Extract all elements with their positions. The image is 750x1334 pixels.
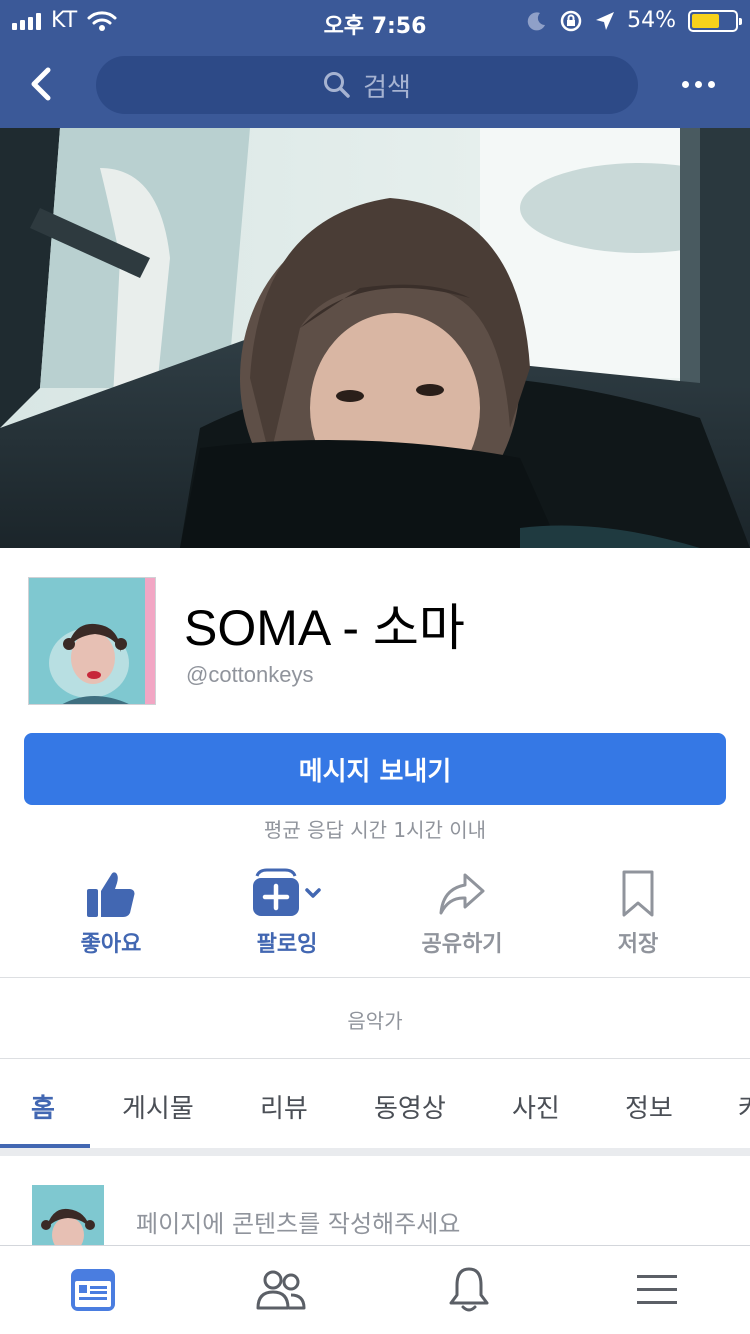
rotation-lock-icon bbox=[560, 10, 582, 31]
following-label: 팔로잉 bbox=[256, 932, 318, 957]
page-handle[interactable]: @cottonkeys bbox=[186, 662, 314, 688]
search-placeholder: 검색 bbox=[363, 72, 411, 103]
tab-news-feed[interactable] bbox=[63, 1264, 123, 1316]
tab-reviews[interactable]: 리뷰 bbox=[260, 1088, 308, 1125]
bottom-nav bbox=[0, 1245, 750, 1334]
cover-photo[interactable] bbox=[0, 128, 750, 548]
composer-input[interactable]: 페이지에 콘텐츠를 작성해주세요 bbox=[136, 1204, 460, 1239]
divider bbox=[0, 977, 750, 978]
tab-home[interactable]: 홈 bbox=[31, 1088, 55, 1125]
save-button[interactable]: 저장 bbox=[550, 862, 726, 958]
tab-menu[interactable] bbox=[627, 1264, 687, 1316]
moon-icon bbox=[527, 11, 546, 30]
page-title: SOMA - 소마 bbox=[184, 600, 465, 656]
like-button[interactable]: 좋아요 bbox=[23, 862, 199, 958]
send-message-button[interactable]: 메시지 보내기 bbox=[24, 733, 726, 805]
back-button[interactable] bbox=[24, 60, 64, 108]
bookmark-icon bbox=[622, 870, 654, 917]
section-separator bbox=[0, 1148, 750, 1156]
share-button[interactable]: 공유하기 bbox=[374, 862, 550, 958]
top-bar: KT 오후 7:56 54% 검색 bbox=[0, 0, 750, 128]
composer-avatar bbox=[32, 1185, 104, 1247]
share-icon bbox=[439, 873, 485, 915]
divider bbox=[0, 1058, 750, 1059]
response-time-text: 평균 응답 시간 1시간 이내 bbox=[263, 818, 487, 842]
save-label: 저장 bbox=[617, 932, 659, 957]
menu-icon bbox=[637, 1275, 677, 1304]
page-tabs: 홈 게시물 리뷰 동영상 사진 정보 커 bbox=[0, 1062, 750, 1148]
tab-community[interactable]: 커 bbox=[738, 1088, 750, 1125]
status-bar: KT 오후 7:56 54% bbox=[0, 0, 750, 42]
tab-about[interactable]: 정보 bbox=[625, 1088, 673, 1125]
following-icon bbox=[253, 868, 321, 916]
following-button[interactable]: 팔로잉 bbox=[199, 862, 375, 958]
friends-icon bbox=[256, 1270, 306, 1310]
like-label: 좋아요 bbox=[80, 932, 142, 957]
tab-notifications[interactable] bbox=[439, 1264, 499, 1316]
tab-photos[interactable]: 사진 bbox=[512, 1088, 560, 1125]
page-actions: 좋아요 팔로잉 공유하기 저장 bbox=[0, 862, 750, 962]
profile-picture[interactable] bbox=[28, 577, 156, 705]
search-icon bbox=[324, 72, 350, 98]
thumbs-up-icon bbox=[87, 872, 135, 917]
search-input[interactable]: 검색 bbox=[96, 56, 638, 114]
page-category: 음악가 bbox=[347, 1009, 403, 1033]
location-icon bbox=[596, 11, 615, 30]
battery-percent: 54% bbox=[627, 8, 676, 33]
notifications-icon bbox=[449, 1267, 489, 1312]
tab-friends[interactable] bbox=[251, 1264, 311, 1316]
battery-icon bbox=[688, 9, 742, 32]
news-feed-icon bbox=[71, 1269, 115, 1311]
tab-posts[interactable]: 게시물 bbox=[122, 1088, 194, 1125]
share-label: 공유하기 bbox=[421, 932, 503, 957]
tab-videos[interactable]: 동영상 bbox=[374, 1088, 446, 1125]
more-options-button[interactable] bbox=[670, 70, 726, 98]
